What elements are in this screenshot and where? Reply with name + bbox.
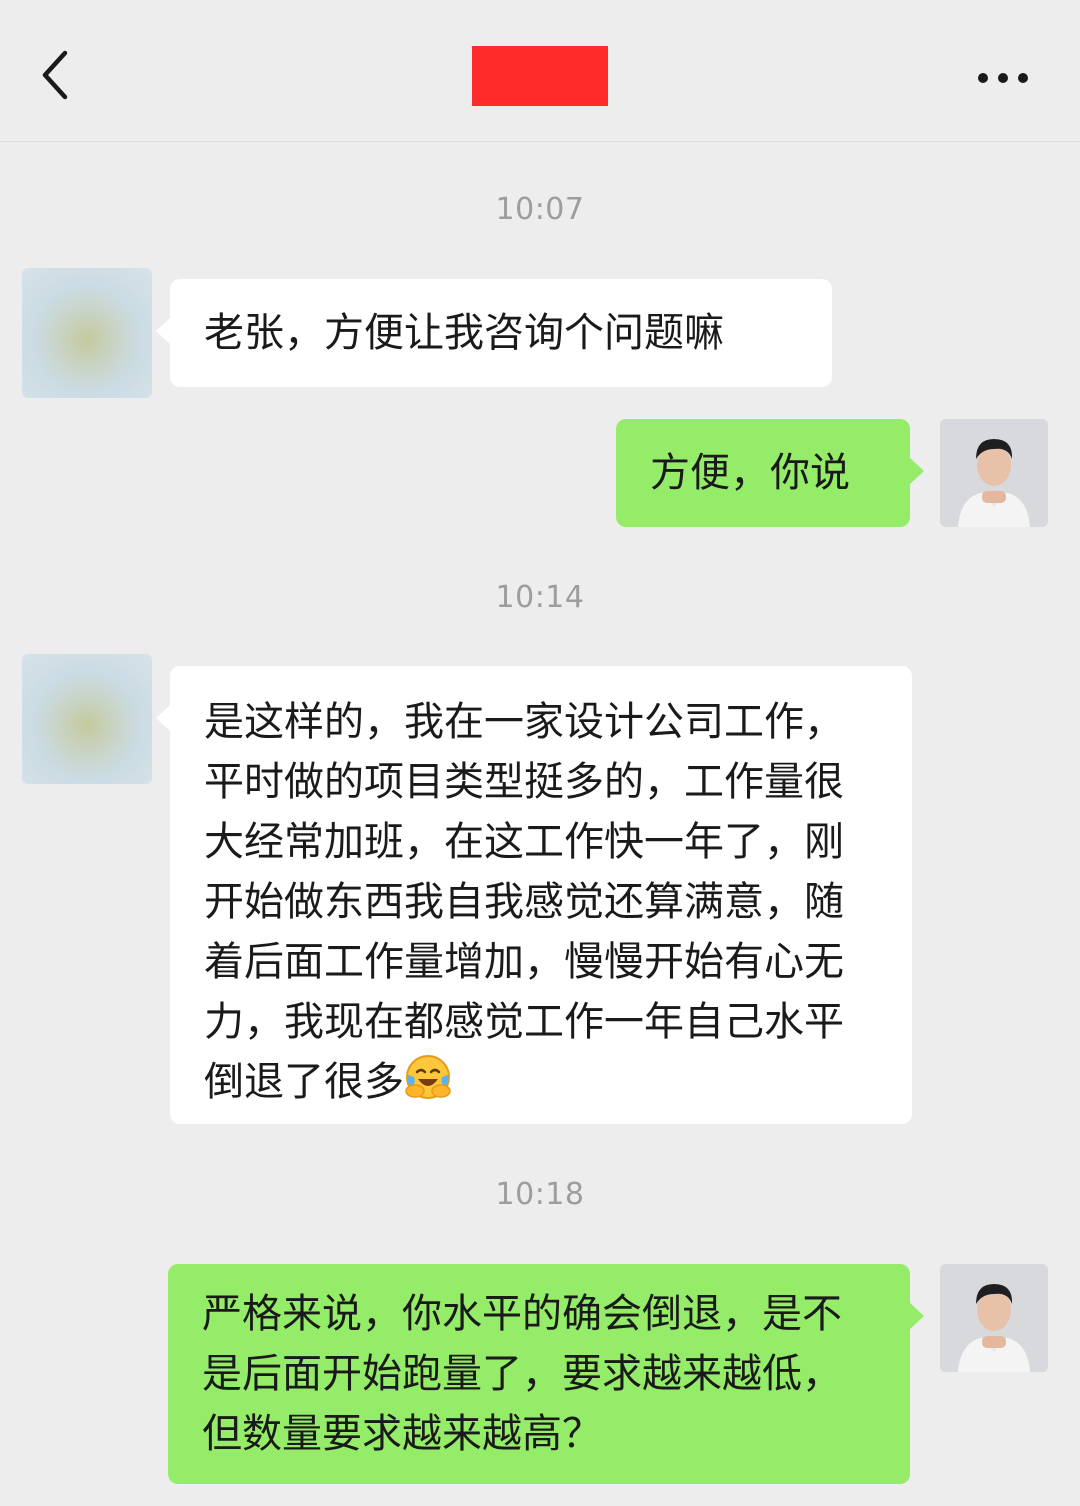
message-timestamp: 10:18 [495, 1177, 585, 1212]
chat-header [0, 0, 1080, 142]
contact-avatar[interactable] [22, 268, 152, 398]
contact-avatar[interactable] [22, 654, 152, 784]
message-timestamp: 10:14 [495, 580, 585, 615]
chat-screen: 10:07 老张，方便让我咨询个问题嘛 方便，你说 10:14 是这样的，我在一… [0, 0, 1080, 1506]
chat-title-redacted [472, 46, 608, 106]
more-dots-icon [978, 73, 1028, 83]
self-avatar[interactable] [940, 1264, 1048, 1372]
message-timestamp: 10:07 [495, 192, 585, 227]
message-bubble-sent[interactable]: 严格来说，你水平的确会倒退，是不是后面开始跑量了，要求越来越低，但数量要求越来越… [168, 1264, 924, 1484]
self-avatar[interactable] [940, 419, 1048, 527]
chevron-left-icon [42, 50, 68, 100]
message-bubble-received[interactable]: 是这样的，我在一家设计公司工作，平时做的项目类型挺多的，工作量很大经常加班，在这… [156, 666, 912, 1124]
laughing-crying-emoji [405, 1055, 451, 1099]
message-text: 是这样的，我在一家设计公司工作，平时做的项目类型挺多的，工作量很大经常加班，在这… [204, 699, 844, 1105]
avatar-photo [940, 419, 1048, 527]
message-text: 方便，你说 [650, 450, 850, 496]
avatar-photo [940, 1264, 1048, 1372]
message-text: 老张，方便让我咨询个问题嘛 [204, 310, 724, 356]
message-bubble-received[interactable]: 老张，方便让我咨询个问题嘛 [156, 279, 832, 387]
message-text: 严格来说，你水平的确会倒退，是不是后面开始跑量了，要求越来越低，但数量要求越来越… [202, 1291, 842, 1457]
more-options-button[interactable] [972, 56, 1034, 100]
message-bubble-sent[interactable]: 方便，你说 [616, 419, 924, 527]
back-button[interactable] [30, 45, 80, 105]
